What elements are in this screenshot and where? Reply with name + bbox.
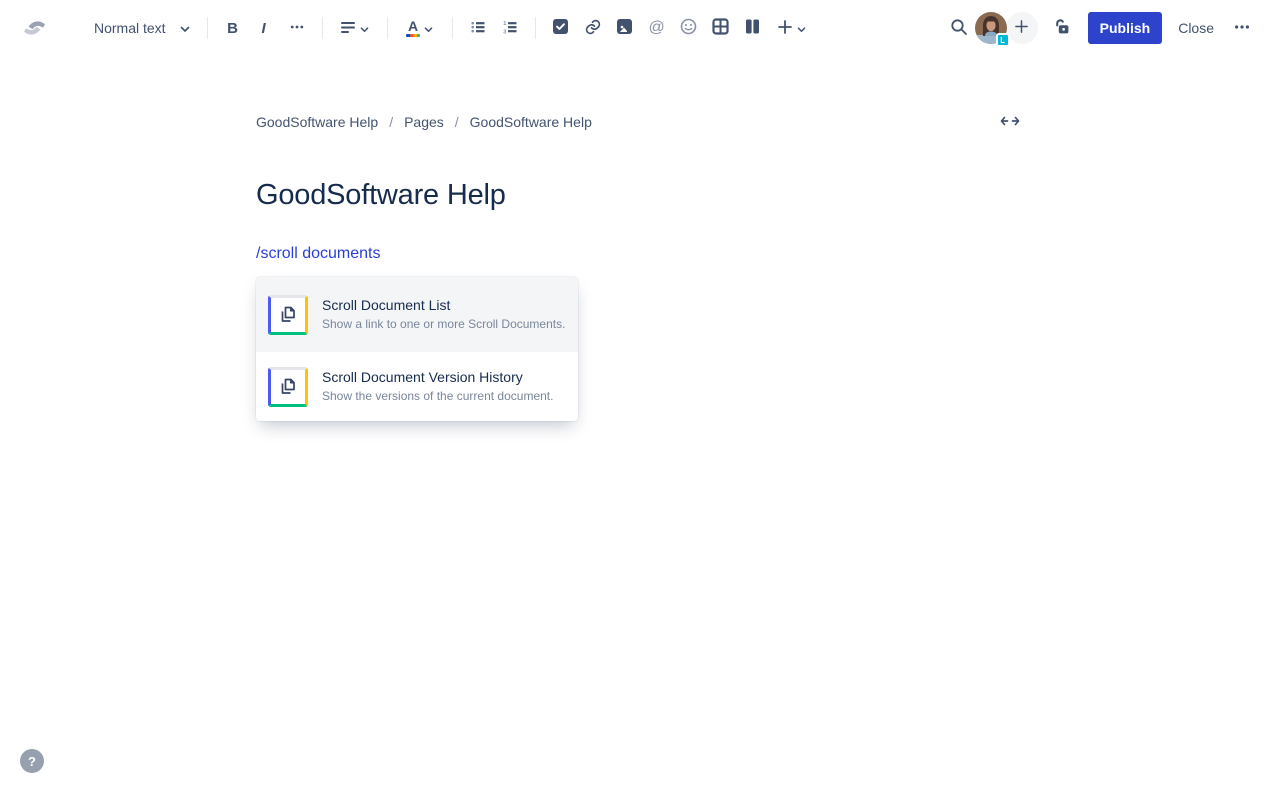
toolbar-left-group: Normal text B I [22,12,815,44]
more-actions-button[interactable] [1226,12,1258,44]
editor-toolbar: Normal text B I [0,0,1280,56]
question-mark-icon: ? [28,754,36,769]
breadcrumb-row: GoodSoftware Help / Pages / GoodSoftware… [256,111,1024,133]
full-width-toggle-button[interactable] [996,111,1024,133]
confluence-editor: Normal text B I [0,0,1280,800]
breadcrumb-page-link[interactable]: GoodSoftware Help [470,114,592,130]
insert-button[interactable] [769,12,815,44]
text-style-label: Normal text [94,20,166,36]
suggestion-scroll-document-version-history[interactable]: Scroll Document Version History Show the… [256,352,578,421]
search-button[interactable] [943,12,975,44]
link-icon [584,18,602,39]
breadcrumb: GoodSoftware Help / Pages / GoodSoftware… [256,114,592,130]
plus-icon [1014,19,1029,37]
restrictions-button[interactable] [1046,12,1078,44]
numbered-list-button[interactable]: 13 [494,12,526,44]
task-list-button[interactable] [545,12,577,44]
more-options-icon [289,19,305,38]
expand-width-icon [1000,115,1020,130]
mention-button[interactable]: @ [641,12,673,44]
layouts-button[interactable] [737,12,769,44]
italic-icon: I [261,20,267,37]
bullet-list-icon [470,19,486,38]
text-color-button[interactable]: A [397,12,443,44]
image-icon [616,18,633,38]
suggestion-description: Show a link to one or more Scroll Docume… [322,316,565,332]
alignment-button[interactable] [332,12,378,44]
editor-slash-command[interactable]: /scroll documents [256,245,381,263]
breadcrumb-pages-link[interactable]: Pages [404,114,444,130]
text-color-icon: A [406,19,420,37]
task-checkbox-icon [552,18,569,38]
suggestion-scroll-document-list[interactable]: Scroll Document List Show a link to one … [256,277,578,352]
emoji-icon [680,18,697,38]
suggestion-text: Scroll Document List Show a link to one … [322,297,565,332]
breadcrumb-space-link[interactable]: GoodSoftware Help [256,114,378,130]
bold-button[interactable]: B [217,12,249,44]
columns-layout-icon [744,18,761,38]
breadcrumb-separator: / [389,114,393,130]
toolbar-divider [207,17,208,39]
table-button[interactable] [705,12,737,44]
emoji-button[interactable] [673,12,705,44]
suggestion-title: Scroll Document List [322,297,565,313]
scroll-documents-icon [268,295,308,335]
insert-plus-icon [777,19,793,38]
toolbar-right-group: L Publish Close [941,12,1258,44]
unlock-icon [1052,17,1072,40]
svg-text:3: 3 [503,29,506,35]
link-button[interactable] [577,12,609,44]
confluence-logo-icon[interactable] [22,17,47,39]
bold-icon: B [227,20,238,37]
text-style-dropdown[interactable]: Normal text [86,14,198,42]
close-button[interactable]: Close [1168,12,1224,44]
suggestion-description: Show the versions of the current documen… [322,388,553,404]
more-horizontal-icon [1233,18,1251,39]
toolbar-divider [535,17,536,39]
breadcrumb-separator: / [455,114,459,130]
bullet-list-button[interactable] [462,12,494,44]
suggestion-text: Scroll Document Version History Show the… [322,369,553,404]
page-title[interactable]: GoodSoftware Help [256,179,506,212]
chevron-down-icon [424,21,433,36]
avatar-status-badge: L [996,33,1010,47]
slash-suggestion-popup: Scroll Document List Show a link to one … [256,277,578,421]
chevron-down-icon [797,21,806,36]
more-formatting-button[interactable] [281,12,313,44]
table-icon [712,18,729,38]
chevron-down-icon [360,21,369,36]
help-button[interactable]: ? [20,749,44,773]
chevron-down-icon [180,20,190,36]
toolbar-divider [322,17,323,39]
numbered-list-icon: 13 [502,19,518,38]
publish-button[interactable]: Publish [1088,12,1163,44]
toolbar-divider [452,17,453,39]
scroll-documents-icon [268,367,308,407]
user-avatar[interactable]: L [975,12,1007,44]
toolbar-divider [387,17,388,39]
suggestion-title: Scroll Document Version History [322,369,553,385]
search-icon [950,18,968,39]
italic-button[interactable]: I [249,12,281,44]
svg-text:1: 1 [503,21,506,27]
image-button[interactable] [609,12,641,44]
invite-button[interactable] [1006,12,1038,44]
mention-icon: @ [648,19,664,37]
align-left-icon [340,19,356,38]
